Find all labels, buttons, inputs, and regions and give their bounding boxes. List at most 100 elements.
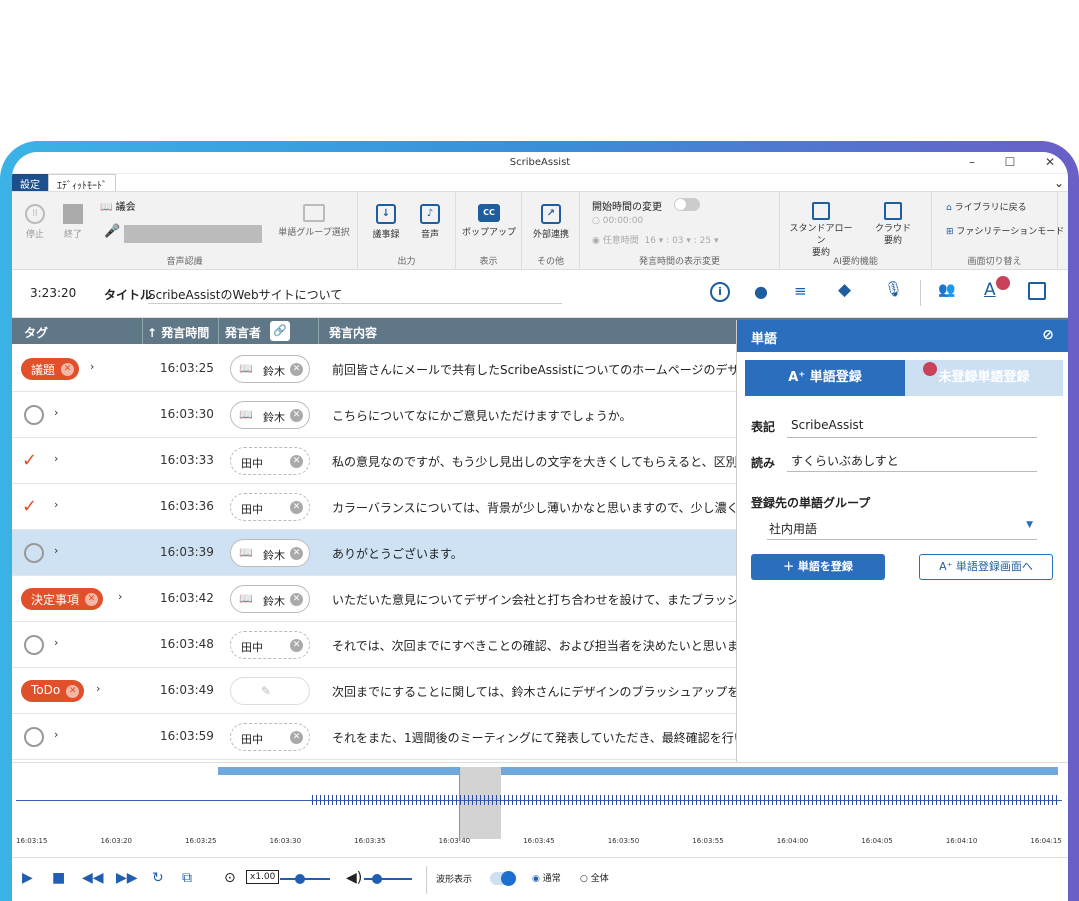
speed-value[interactable]: x1.00 (246, 870, 280, 884)
microphone-icon[interactable]: 🎙 (884, 280, 903, 298)
stop-button[interactable]: ll 停止 (20, 204, 50, 240)
end-button[interactable]: 終了 (58, 204, 88, 240)
arbitrary-time-option[interactable]: ◉ 任意時間 16 ▾ : 03 ▾ : 25 ▾ (592, 233, 719, 246)
table-row[interactable]: › 16:03:39 📖 鈴木 ✕ ありがとうございます。 (12, 530, 737, 576)
normal-option[interactable]: ◉ 通常 (532, 871, 561, 884)
chevron-right-icon[interactable]: › (54, 452, 58, 465)
table-row[interactable]: ✓ › 16:03:33 田中 ✕ 私の意見なのですが、もう少し見出しの文字を大き… (12, 438, 737, 484)
ribbon-collapse-icon[interactable]: ⌄ (1054, 176, 1064, 190)
word-register-screen-button[interactable]: A⁺ 単語登録画面へ (919, 554, 1053, 580)
notation-input[interactable]: ScribeAssist (787, 414, 1037, 438)
cloud-summary-button[interactable]: クラウド 要約 (868, 202, 918, 247)
popup-button[interactable]: CC ポップアップ (462, 204, 516, 238)
empty-tag-circle-icon[interactable] (24, 727, 44, 747)
minimize-button[interactable]: – (962, 155, 982, 169)
remove-speaker-icon[interactable]: ✕ (290, 363, 303, 376)
check-circle-icon[interactable]: ✓ (22, 450, 37, 471)
column-content[interactable]: 発言内容 (318, 318, 377, 344)
minute-field[interactable]: 03 (672, 236, 683, 246)
start-time-toggle[interactable] (674, 198, 700, 211)
speaker-chip[interactable]: 📖 鈴木 ✕ (230, 539, 310, 567)
remove-tag-icon[interactable]: ✕ (66, 685, 80, 698)
speed-slider[interactable] (280, 878, 330, 880)
link-icon[interactable]: 🔗 (270, 321, 290, 341)
table-row[interactable]: › 16:03:48 田中 ✕ それでは、次回までにすべきことの確認、および担当者… (12, 622, 737, 668)
volume-slider-knob[interactable] (372, 874, 382, 884)
speaker-check-icon[interactable]: 👥 (938, 282, 955, 298)
remove-speaker-icon[interactable]: ✕ (290, 547, 303, 560)
word-register-icon[interactable]: A (984, 280, 996, 300)
back-library-button[interactable]: ⌂ ライブラリに戻る (946, 200, 1027, 213)
external-link-button[interactable]: ↗ 外部連携 (526, 204, 576, 240)
speaker-chip[interactable]: 田中 ✕ (230, 631, 310, 659)
chevron-right-icon[interactable]: › (54, 406, 58, 419)
column-time[interactable]: ↑ 発言時間 (142, 318, 209, 344)
all-option[interactable]: ○ 全体 (580, 871, 609, 884)
remove-speaker-icon[interactable]: ✕ (290, 731, 303, 744)
tab-edit-mode[interactable]: ｴﾃﾞｨｯﾄﾓｰﾄﾞ (48, 174, 116, 192)
loop-icon[interactable]: ⧉ (182, 870, 192, 886)
audio-button[interactable]: ♪ 音声 (412, 204, 448, 240)
speaker-chip[interactable]: 田中 ✕ (230, 723, 310, 751)
utterance-text[interactable]: それをまた、1週間後のミーティングにて発表していただき、最終確認を行いたいと (332, 729, 737, 746)
check-circle-icon[interactable]: ✓ (22, 496, 37, 517)
table-row[interactable]: › 16:03:30 📖 鈴木 ✕ こちらについてなにかご意見いただけますでしょうか… (12, 392, 737, 438)
remove-speaker-icon[interactable]: ✕ (290, 501, 303, 514)
empty-tag-circle-icon[interactable] (24, 405, 44, 425)
column-speaker[interactable]: 発言者 (218, 318, 261, 344)
table-row[interactable]: ToDo ✕ › 16:03:49 ✎ 次回までにすることに関しては、鈴木さんにデ… (12, 668, 737, 714)
chevron-right-icon[interactable]: › (118, 590, 122, 603)
tab-word-register[interactable]: A⁺ 単語登録 (745, 360, 905, 396)
hour-field[interactable]: 16 (644, 236, 655, 246)
empty-tag-circle-icon[interactable] (24, 635, 44, 655)
table-row[interactable]: ✓ › 16:03:36 田中 ✕ カラーバランスについては、背景が少し薄いかなと… (12, 484, 737, 530)
close-button[interactable]: ✕ (1040, 155, 1060, 169)
speaker-chip[interactable]: 田中 ✕ (230, 447, 310, 475)
remove-tag-icon[interactable]: ✕ (61, 363, 75, 376)
standalone-summary-button[interactable]: スタンドアローン 要約 (786, 202, 856, 259)
utterance-text[interactable]: カラーバランスについては、背景が少し薄いかなと思いますので、少し濃くしていた (332, 499, 737, 516)
register-word-button[interactable]: ＋ 単語を登録 (751, 554, 885, 580)
maximize-button[interactable]: ☐ (1000, 155, 1020, 169)
minutes-button[interactable]: ↓ 議事録 (368, 204, 404, 240)
utterance-text[interactable]: こちらについてなにかご意見いただけますでしょうか。 (332, 407, 737, 424)
word-group-select-button[interactable]: 単語グループ選択 (276, 204, 352, 238)
fast-forward-icon[interactable]: ▶▶ (116, 870, 138, 886)
chevron-right-icon[interactable]: › (54, 544, 58, 557)
remove-tag-icon[interactable]: ✕ (85, 593, 99, 606)
edit-list-icon[interactable]: ≡ (794, 282, 807, 300)
remove-speaker-icon[interactable]: ✕ (290, 639, 303, 652)
title-input[interactable]: ScribeAssistのWebサイトについて (148, 284, 562, 304)
chevron-right-icon[interactable]: › (90, 360, 94, 373)
waveform-area[interactable]: 16:03:15 16:03:20 16:03:25 16:03:30 16:0… (12, 762, 1068, 857)
time-zero-option[interactable]: ○ 00:00:00 (592, 216, 643, 226)
utterance-text[interactable]: いただいた意見についてデザイン会社と打ち合わせを設けて、またブラッシュアップ (332, 591, 737, 608)
info-icon[interactable]: i (710, 282, 730, 302)
remove-speaker-icon[interactable]: ✕ (290, 409, 303, 422)
speaker-chip[interactable]: 📖 鈴木 ✕ (230, 585, 310, 613)
stop-icon[interactable]: ■ (52, 870, 65, 886)
utterance-text[interactable]: 次回までにすることに関しては、鈴木さんにデザインのブラッシュアップを行っていた (332, 683, 737, 700)
facilitation-button[interactable]: ⊞ ファシリテーションモード (946, 224, 1064, 237)
speed-slider-knob[interactable] (295, 874, 305, 884)
reading-input[interactable]: すくらいぶあしすと (787, 448, 1037, 472)
speaker-chip[interactable]: 田中 ✕ (230, 493, 310, 521)
chevron-right-icon[interactable]: › (54, 498, 58, 511)
chevron-right-icon[interactable]: › (96, 682, 100, 695)
replay-icon[interactable]: ↻ (152, 870, 164, 886)
table-row[interactable]: 議題 ✕ › 16:03:25 📖 鈴木 ✕ 前回皆さんにメールで共有したScribe… (12, 346, 737, 392)
utterance-text[interactable]: それでは、次回までにすべきことの確認、および担当者を決めたいと思います。 (332, 637, 737, 654)
table-row[interactable]: › 16:03:59 田中 ✕ それをまた、1週間後のミーティングにて発表していた… (12, 714, 737, 760)
remove-speaker-icon[interactable]: ✕ (290, 593, 303, 606)
column-tag[interactable]: タグ (24, 324, 48, 341)
play-icon[interactable]: ▶ (22, 870, 33, 886)
chevron-right-icon[interactable]: › (54, 636, 58, 649)
tag-badge[interactable]: ToDo ✕ (21, 680, 85, 702)
utterance-text[interactable]: ありがとうございます。 (332, 545, 737, 562)
tag-badge[interactable]: 議題 ✕ (21, 358, 80, 380)
remove-speaker-icon[interactable]: ✕ (290, 455, 303, 468)
rewind-icon[interactable]: ◀◀ (82, 870, 104, 886)
utterance-text[interactable]: 前回皆さんにメールで共有したScribeAssistについてのホームページのデザ… (332, 361, 737, 378)
second-field[interactable]: 25 (700, 236, 711, 246)
tab-settings[interactable]: 設定 (12, 174, 48, 191)
